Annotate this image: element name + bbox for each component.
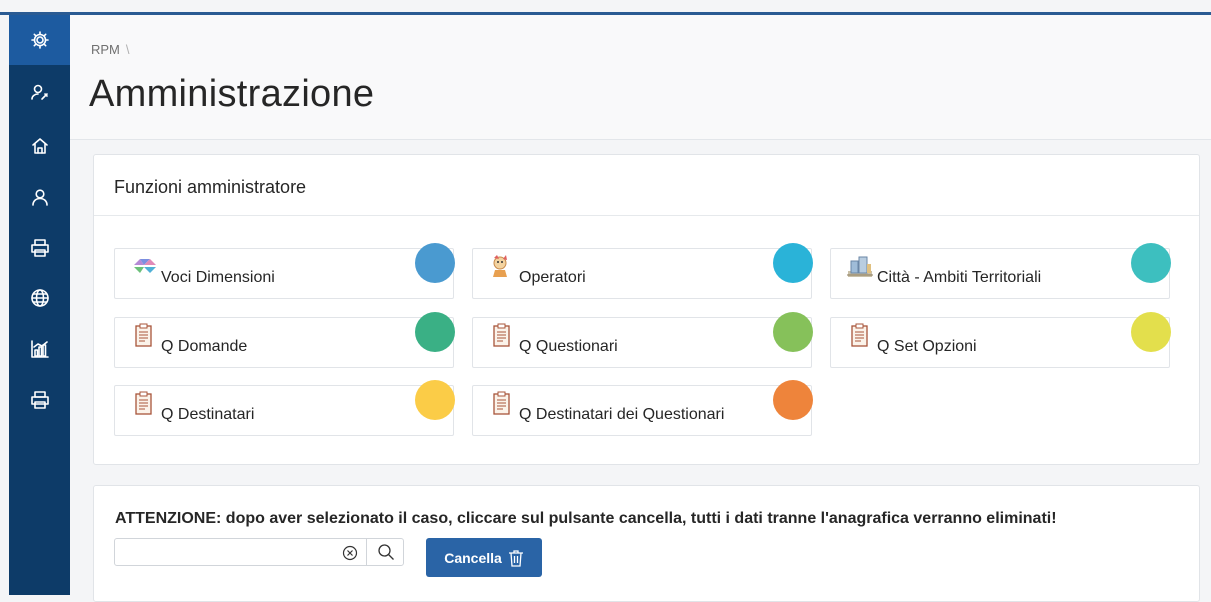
nav-print[interactable] xyxy=(9,223,70,273)
card-voci-dimensioni[interactable]: Voci Dimensioni xyxy=(114,243,455,299)
badge-circle xyxy=(415,380,455,420)
badge-circle xyxy=(773,243,813,283)
warning-text: ATTENZIONE: dopo aver selezionato il cas… xyxy=(115,510,1057,527)
badge-circle xyxy=(415,243,455,283)
badge-circle xyxy=(1131,243,1171,283)
page-header: RPM \ Amministrazione xyxy=(70,15,1211,140)
clipboard-icon xyxy=(135,323,152,347)
card-citta-ambiti[interactable]: Città - Ambiti Territoriali xyxy=(830,243,1171,299)
badge-circle xyxy=(773,380,813,420)
nav-user[interactable] xyxy=(9,172,70,222)
card-label: Q Destinatari xyxy=(161,406,255,423)
trash-icon xyxy=(508,549,523,567)
nav-reports[interactable] xyxy=(9,324,70,374)
dimensions-icon xyxy=(134,259,156,273)
badge-circle xyxy=(773,312,813,352)
printer-icon xyxy=(30,391,49,409)
cancella-button[interactable]: Cancella xyxy=(426,538,542,577)
card-operatori[interactable]: Operatori xyxy=(472,243,813,299)
card-label: Q Questionari xyxy=(519,338,618,355)
card-label: Città - Ambiti Territoriali xyxy=(877,269,1042,286)
case-search-input[interactable] xyxy=(115,539,330,565)
card-label: Q Domande xyxy=(161,338,248,355)
clear-button[interactable] xyxy=(339,542,361,564)
globe-icon xyxy=(30,289,49,307)
case-search-field xyxy=(114,538,404,566)
nav-admin[interactable] xyxy=(9,15,70,65)
operators-icon xyxy=(493,255,507,277)
card-label: Q Set Opzioni xyxy=(877,338,977,355)
card-q-destinatari-questionari[interactable]: Q Destinatari dei Questionari xyxy=(472,380,813,436)
clear-circle-icon xyxy=(342,545,358,561)
user-icon xyxy=(31,189,48,206)
clipboard-icon xyxy=(493,323,510,347)
breadcrumb: RPM \ xyxy=(91,42,130,57)
search-icon xyxy=(378,544,394,560)
search-button[interactable] xyxy=(366,539,405,565)
bar-chart-icon xyxy=(30,340,49,358)
cancella-button-label: Cancella xyxy=(444,549,502,566)
card-q-destinatari[interactable]: Q Destinatari xyxy=(114,380,455,436)
breadcrumb-item-rpm[interactable]: RPM xyxy=(91,42,120,57)
card-label: Operatori xyxy=(519,269,586,286)
nav-home[interactable] xyxy=(9,121,70,171)
card-label: Voci Dimensioni xyxy=(161,269,275,286)
clipboard-icon xyxy=(493,391,510,415)
page-title: Amministrazione xyxy=(89,73,375,115)
clipboard-icon xyxy=(851,323,868,347)
card-q-domande[interactable]: Q Domande xyxy=(114,312,455,368)
card-q-questionari[interactable]: Q Questionari xyxy=(472,312,813,368)
user-wrench-icon xyxy=(30,84,48,100)
admin-functions-region: Funzioni amministratore Voci Dimensioni … xyxy=(93,154,1200,465)
nav-globe[interactable] xyxy=(9,273,70,323)
breadcrumb-separator: \ xyxy=(125,42,130,57)
sidebar xyxy=(9,15,70,595)
badge-circle xyxy=(1131,312,1171,352)
delete-case-region: ATTENZIONE: dopo aver selezionato il cas… xyxy=(93,485,1200,602)
badge-circle xyxy=(415,312,455,352)
nav-print-2[interactable] xyxy=(9,375,70,425)
home-icon xyxy=(31,138,48,154)
card-label: Q Destinatari dei Questionari xyxy=(519,406,725,423)
card-q-set-opzioni[interactable]: Q Set Opzioni xyxy=(830,312,1171,368)
gear-icon xyxy=(30,31,49,49)
region-title: Funzioni amministratore xyxy=(114,177,307,197)
clipboard-icon xyxy=(135,391,152,415)
region-header: Funzioni amministratore xyxy=(94,155,1199,216)
printer-icon xyxy=(30,239,49,257)
nav-user-admin[interactable] xyxy=(9,67,70,117)
city-icon xyxy=(847,256,873,277)
